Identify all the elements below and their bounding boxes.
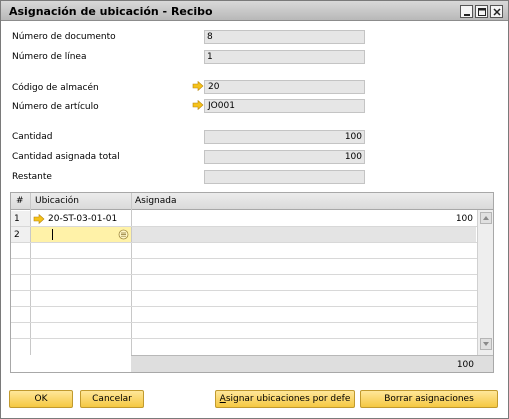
remaining-field[interactable] [204, 170, 365, 184]
total-assigned-label: Cantidad asignada total [12, 152, 120, 162]
list-picker-icon[interactable] [118, 229, 129, 240]
maximize-button[interactable] [475, 5, 488, 18]
column-header-assigned[interactable]: Asignada [135, 196, 177, 206]
total-assigned-field[interactable]: 100 [204, 150, 365, 164]
grid-header: # Ubicación Asignada [11, 193, 493, 210]
bin-allocation-window: Asignación de ubicación - Recibo Número … [0, 0, 509, 419]
column-header-location[interactable]: Ubicación [35, 196, 79, 206]
link-arrow-icon[interactable] [33, 214, 45, 224]
scroll-down-icon [483, 342, 489, 346]
close-button[interactable] [490, 5, 503, 18]
clear-assignments-button[interactable]: Borrar asignaciones [360, 390, 498, 408]
maximize-icon [478, 8, 486, 16]
grid-vertical-scrollbar[interactable] [477, 210, 493, 355]
text-cursor [52, 229, 53, 240]
active-cell[interactable] [31, 227, 131, 242]
allocation-grid: # Ubicación Asignada 1 20-ST-03-01-01 10… [10, 192, 494, 373]
scroll-up-icon [483, 216, 489, 220]
link-arrow-icon[interactable] [192, 100, 204, 110]
title-bar[interactable]: Asignación de ubicación - Recibo [1, 1, 508, 21]
minimize-button[interactable] [460, 5, 473, 18]
row-number: 1 [14, 214, 20, 224]
close-icon [493, 8, 501, 16]
scroll-up-button[interactable] [480, 212, 492, 224]
item-number-field[interactable]: JO001 [204, 99, 365, 113]
item-number-label: Número de artículo [12, 102, 99, 112]
assign-default-bins-button[interactable]: Asignar ubicaciones por defe [215, 390, 355, 408]
grid-line [11, 338, 477, 339]
doc-number-label: Número de documento [12, 32, 116, 42]
grid-line [11, 258, 477, 259]
doc-number-field[interactable]: 8 [204, 30, 365, 44]
scroll-down-button[interactable] [480, 338, 492, 350]
column-header-num[interactable]: # [16, 196, 24, 206]
grid-total-bar: 100 [131, 355, 493, 372]
remaining-label: Restante [12, 172, 52, 182]
quantity-field[interactable]: 100 [204, 130, 365, 144]
warehouse-code-label: Código de almacén [12, 83, 99, 93]
ok-button[interactable]: OK [9, 390, 73, 408]
line-number-label: Número de línea [12, 52, 87, 62]
assigned-cell[interactable]: 100 [441, 214, 473, 224]
line-number-field[interactable]: 1 [204, 50, 365, 64]
grid-line [11, 274, 477, 275]
location-cell[interactable]: 20-ST-03-01-01 [48, 214, 117, 224]
cancel-button[interactable]: Cancelar [80, 390, 144, 408]
assign-default-bins-label: signar ubicaciones por defe [225, 394, 351, 404]
grid-line [11, 306, 477, 307]
grid-total-value: 100 [456, 360, 474, 370]
grid-line [11, 290, 477, 291]
grid-line [11, 242, 477, 243]
grid-line [11, 322, 477, 323]
row-number: 2 [14, 230, 20, 240]
minimize-icon [464, 14, 470, 16]
grid-line [11, 226, 477, 227]
quantity-label: Cantidad [12, 132, 53, 142]
warehouse-code-field[interactable]: 20 [204, 80, 365, 94]
window-title: Asignación de ubicación - Recibo [9, 5, 213, 18]
link-arrow-icon[interactable] [192, 81, 204, 91]
new-row-assigned-cell[interactable] [132, 227, 476, 242]
